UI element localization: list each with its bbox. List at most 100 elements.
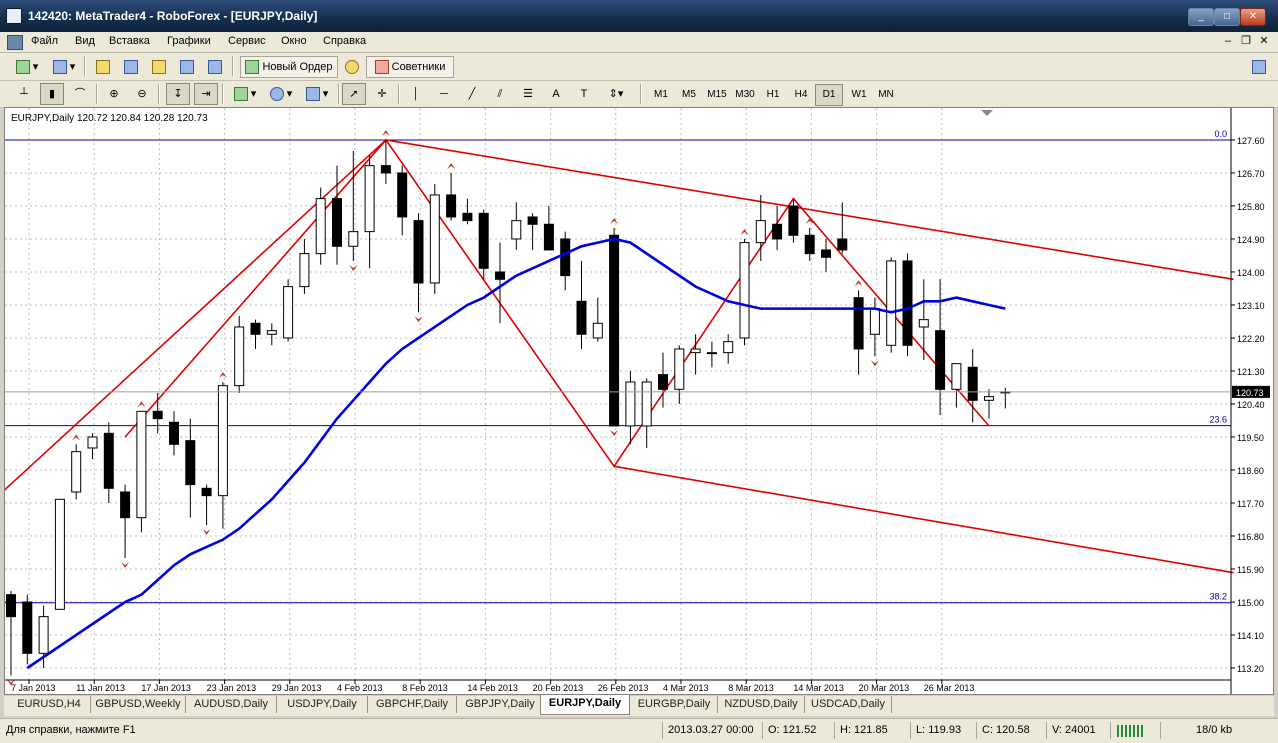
bar-chart-button[interactable]: ┴ (12, 83, 36, 105)
candle[interactable] (723, 334, 734, 364)
candle[interactable] (380, 139, 391, 184)
candle[interactable] (71, 444, 82, 500)
candle[interactable] (234, 315, 245, 393)
menu-help[interactable]: Справка (323, 35, 366, 47)
zoom-out-button[interactable]: ⊖ (130, 83, 154, 105)
tab-usdjpy-daily[interactable]: USDJPY,Daily (277, 696, 368, 713)
arrows-button[interactable]: ⇕▾ (600, 83, 632, 105)
maximize-button[interactable]: □ (1214, 8, 1240, 26)
candle[interactable] (592, 297, 603, 342)
candle[interactable] (478, 209, 489, 280)
candle[interactable] (641, 378, 652, 448)
candle[interactable] (152, 392, 163, 434)
data-window-button[interactable] (120, 56, 142, 78)
channel-button[interactable]: ⫽ (488, 83, 512, 105)
candle[interactable] (22, 594, 33, 665)
candle[interactable] (250, 319, 261, 349)
candle[interactable] (462, 198, 473, 225)
tab-gbpusd-weekly[interactable]: GBPUSD,Weekly (91, 696, 186, 713)
candle[interactable] (576, 260, 587, 349)
candle[interactable] (543, 205, 554, 251)
channel-lower-line[interactable] (613, 465, 1234, 574)
tab-gbpchf-daily[interactable]: GBPCHF,Daily (368, 696, 457, 713)
label-button[interactable]: T (572, 83, 596, 105)
timeframe-w1[interactable]: W1 (845, 84, 873, 106)
candle[interactable] (266, 323, 277, 346)
trendline-button[interactable]: ╱ (460, 83, 484, 105)
candle[interactable] (54, 498, 65, 610)
candle[interactable] (918, 279, 929, 360)
candle[interactable] (120, 484, 131, 558)
chart-shift-icon[interactable] (981, 110, 993, 116)
periods-button[interactable]: ▾ (264, 83, 298, 105)
crosshair-button[interactable]: ✛ (370, 83, 394, 105)
mdi-restore-icon[interactable]: ❐ (1238, 34, 1254, 49)
candle[interactable] (413, 213, 424, 313)
navigator-button[interactable] (148, 56, 170, 78)
candle[interactable] (706, 341, 717, 368)
candle[interactable] (332, 165, 342, 265)
candle[interactable] (674, 345, 685, 404)
timeframe-m30[interactable]: M30 (731, 84, 759, 106)
candle[interactable] (609, 227, 620, 427)
candle[interactable] (397, 165, 408, 236)
candle[interactable] (527, 213, 538, 250)
candle[interactable] (169, 411, 179, 456)
fibo-button[interactable]: ☰ (516, 83, 540, 105)
tester-button[interactable] (204, 56, 226, 78)
candle[interactable] (772, 205, 783, 250)
price-chart[interactable]: 0.0 23.6 38.2 127.60 126.70 125.80 124.90 124.… (5, 108, 1273, 694)
timeframe-mn[interactable]: MN (872, 84, 900, 106)
vertical-line-button[interactable]: │ (404, 83, 428, 105)
candle[interactable] (625, 370, 636, 445)
menu-window[interactable]: Окно (281, 35, 307, 47)
candle[interactable] (739, 238, 750, 346)
candlestick-button[interactable]: ▮ (40, 83, 64, 105)
tab-nzdusd-daily[interactable]: NZDUSD,Daily (718, 696, 805, 713)
candle[interactable] (364, 154, 375, 269)
document-icon[interactable] (7, 35, 23, 50)
candle[interactable] (951, 363, 962, 408)
candle[interactable] (217, 381, 228, 529)
templates-button[interactable]: ▾ (300, 83, 334, 105)
autoscroll-button[interactable]: ↧ (166, 83, 190, 105)
candle[interactable] (201, 484, 212, 525)
candle[interactable] (136, 410, 147, 533)
timeframe-m5[interactable]: M5 (675, 84, 703, 106)
title-bar[interactable]: 142420: MetaTrader4 - RoboForex - [EURJP… (0, 0, 1278, 32)
timeframe-h4[interactable]: H4 (787, 84, 815, 106)
tab-eurusd-h4[interactable]: EURUSD,H4 (8, 696, 91, 713)
close-button[interactable]: ✕ (1240, 8, 1266, 26)
chart-shift-button[interactable]: ⇥ (194, 83, 218, 105)
candle[interactable] (446, 172, 457, 221)
candle[interactable] (788, 198, 799, 243)
timeframe-m1[interactable]: M1 (647, 84, 675, 106)
menu-file[interactable]: Файл (31, 35, 58, 47)
tab-eurgbp-daily[interactable]: EURGBP,Daily (631, 696, 718, 713)
cursor-button[interactable]: ➚ (342, 83, 366, 105)
candle[interactable] (103, 422, 114, 503)
candle[interactable] (511, 202, 522, 250)
candle[interactable] (853, 290, 864, 375)
line-chart-button[interactable]: ⌒ (68, 83, 92, 105)
candle[interactable] (6, 590, 16, 676)
candle[interactable] (299, 238, 310, 294)
candle[interactable] (886, 257, 897, 353)
candle[interactable] (869, 297, 880, 357)
menu-charts[interactable]: Графики (167, 35, 211, 47)
timeframe-d1[interactable]: D1 (815, 84, 843, 106)
candle[interactable] (821, 238, 831, 272)
profiles-button[interactable]: ▾ (48, 56, 80, 78)
mdi-close-icon[interactable]: ✕ (1256, 34, 1272, 49)
tab-audusd-daily[interactable]: AUDUSD,Daily (186, 696, 277, 713)
candle[interactable] (429, 183, 440, 294)
metaeditor-button[interactable] (341, 56, 363, 78)
channel-left-line[interactable] (5, 139, 387, 514)
indicators-button[interactable]: ▾ (228, 83, 262, 105)
market-watch-button[interactable] (92, 56, 114, 78)
mdi-minimize-icon[interactable]: – (1220, 34, 1236, 49)
notifications-button[interactable] (1248, 56, 1270, 78)
timeframe-h1[interactable]: H1 (759, 84, 787, 106)
text-button[interactable]: A (544, 83, 568, 105)
candle[interactable] (185, 418, 196, 518)
